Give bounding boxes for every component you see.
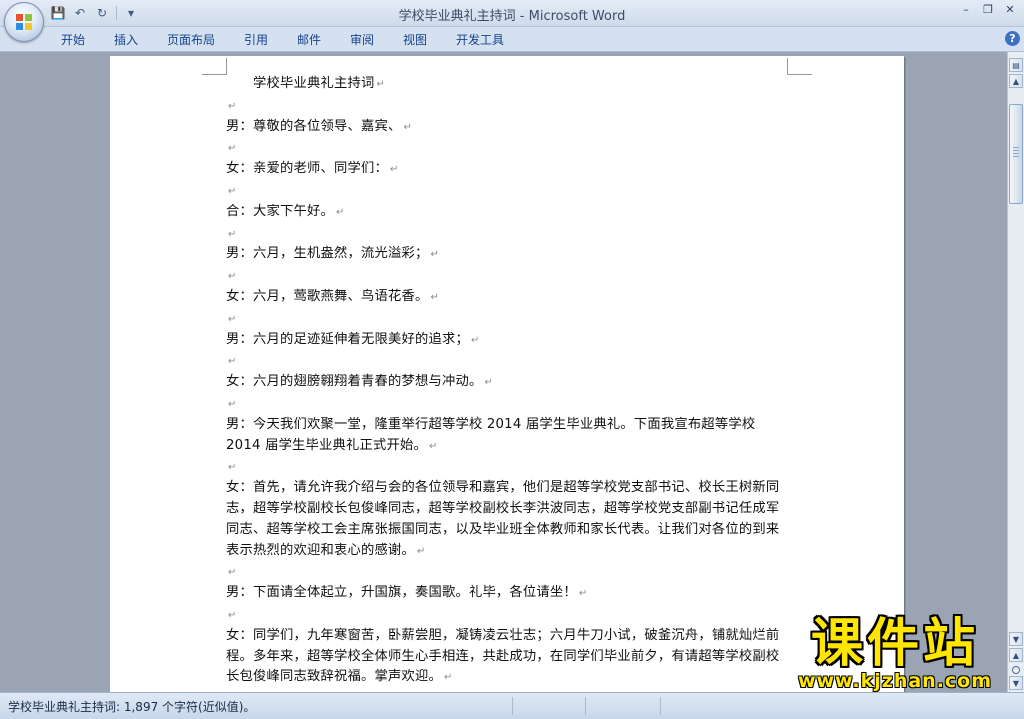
paragraph-mark: ↵ (228, 313, 237, 325)
document-workspace: 学校毕业典礼主持词 ↵ ↵ 男：尊敬的各位领导、嘉宾、 ↵ ↵ 女：亲爱的老师、同学… (0, 52, 1008, 692)
document-title: 学校毕业典礼主持词 ↵ (226, 74, 788, 96)
paragraph-mark: ↵ (228, 356, 237, 368)
empty-paragraph: ↵ (226, 138, 788, 159)
tab-page-layout[interactable]: 页面布局 (167, 31, 215, 48)
paragraph-text: 男：今天我们欢聚一堂，隆重举行超等学校 2014 届学生毕业典礼。下面我宣布超等… (226, 416, 756, 453)
paragraph: 男：尊敬的各位领导、嘉宾、 ↵ (226, 117, 788, 139)
tab-view[interactable]: 视图 (403, 31, 427, 48)
empty-paragraph: ↵ (226, 394, 788, 415)
paragraph-mark: ↵ (470, 334, 480, 346)
paragraph-mark: ↵ (228, 143, 237, 155)
paragraph: 男：今天我们欢聚一堂，隆重举行超等学校 2014 届学生毕业典礼。下面我宣布超等… (226, 415, 788, 458)
paragraph-text: 女：首先，请允许我介绍与会的各位领导和嘉宾，他们是超等学校党支部书记、校长王树新… (226, 480, 780, 558)
scroll-up-icon[interactable]: ▲ (1009, 74, 1023, 88)
empty-paragraph: ↵ (226, 457, 788, 478)
paragraph: 男：下面请全体起立，升国旗，奏国歌。礼毕，各位请坐！ ↵ (226, 583, 788, 605)
word-count-status[interactable]: 学校毕业典礼主持词: 1,897 个字符(近似值)。 (8, 698, 255, 715)
paragraph-mark: ↵ (228, 185, 237, 197)
status-separator (660, 697, 661, 715)
title-bar: 💾 ↶ ↻ ▾ 学校毕业典礼主持词 - Microsoft Word – ❐ ✕ (0, 0, 1024, 27)
watermark-url: www.kjzhan.com (797, 670, 993, 692)
status-separator (512, 697, 513, 715)
paragraph-mark: ↵ (228, 100, 237, 112)
close-button[interactable]: ✕ (1002, 2, 1018, 18)
tab-home[interactable]: 开始 (61, 31, 85, 48)
watermark-title: 课件站 (810, 614, 979, 674)
empty-paragraph: ↵ (226, 96, 788, 117)
minimize-button[interactable]: – (958, 2, 974, 18)
paragraph-text: 男：六月的足迹延伸着无限美好的追求； (226, 331, 469, 347)
tab-review[interactable]: 审阅 (350, 31, 374, 48)
ruler-toggle-icon[interactable]: ▤ (1009, 58, 1023, 72)
paragraph: 女：亲爱的老师、同学们： ↵ (226, 159, 788, 181)
document-title-text: 学校毕业典礼主持词 (253, 76, 375, 91)
paragraph-mark: ↵ (429, 440, 438, 452)
status-bar: 学校毕业典礼主持词: 1,897 个字符(近似值)。 (0, 692, 1024, 719)
paragraph: 男：六月，生机盎然，流光溢彩； ↵ (226, 244, 788, 266)
paragraph-mark: ↵ (335, 206, 345, 218)
paragraph: 女：同学们，九年寒窗苦，卧薪尝胆，凝铸凌云壮志；六月牛刀小试，破釜沉舟，铺就灿烂… (226, 626, 788, 689)
office-button[interactable] (4, 2, 44, 42)
paragraph-mark: ↵ (578, 588, 588, 600)
ribbon-tab-bar: 开始 插入 页面布局 引用 邮件 审阅 视图 开发工具 ? (0, 27, 1024, 52)
paragraph-mark: ↵ (389, 164, 399, 176)
paragraph-mark: ↵ (430, 249, 440, 261)
window-title: 学校毕业典礼主持词 - Microsoft Word (0, 5, 1024, 24)
app-name: Microsoft Word (528, 9, 626, 24)
paragraph: 女：首先，请允许我介绍与会的各位领导和嘉宾，他们是超等学校党支部书记、校长王树新… (226, 478, 788, 562)
paragraph: 男：六月的足迹延伸着无限美好的追求； ↵ (226, 330, 788, 352)
paragraph-text: 女：亲爱的老师、同学们： (226, 161, 388, 177)
empty-paragraph: ↵ (226, 181, 788, 202)
tab-mailings[interactable]: 邮件 (297, 31, 321, 48)
office-logo-icon (16, 14, 32, 30)
empty-paragraph: ↵ (226, 224, 788, 245)
empty-paragraph: ↵ (226, 562, 788, 583)
paragraph-text: 女：六月，莺歌燕舞、鸟语花香。 (226, 288, 429, 304)
paragraph: 女：六月的翅膀翱翔着青春的梦想与冲动。 ↵ (226, 372, 788, 394)
paragraph-mark: ↵ (443, 672, 453, 684)
paragraph-mark: ↵ (228, 609, 237, 621)
paragraph-text: 女：同学们，九年寒窗苦，卧薪尝胆，凝铸凌云壮志；六月牛刀小试，破釜沉舟，铺就灿烂… (226, 627, 780, 685)
empty-paragraph: ↵ (226, 266, 788, 287)
title-separator: - (515, 9, 529, 24)
paragraph-mark: ↵ (403, 121, 413, 133)
paragraph-text: 男：六月，生机盎然，流光溢彩； (226, 246, 429, 262)
paragraph: 女：六月，莺歌燕舞、鸟语花香。 ↵ (226, 287, 788, 309)
paragraph-text: 男：尊敬的各位领导、嘉宾、 (226, 118, 402, 134)
paragraph-mark: ↵ (228, 567, 237, 579)
vertical-scrollbar[interactable]: ▤ ▲ ▼ ▲ ▼ (1007, 52, 1024, 692)
paragraph-mark: ↵ (228, 398, 237, 410)
scrollbar-thumb[interactable] (1009, 104, 1023, 204)
margin-corner-top-left (202, 58, 227, 75)
restore-button[interactable]: ❐ (980, 2, 996, 18)
help-button[interactable]: ? (1005, 31, 1020, 46)
margin-corner-top-right (787, 58, 812, 75)
paragraph-mark: ↵ (484, 377, 494, 389)
empty-paragraph: ↵ (226, 605, 788, 626)
thumb-grip-icon (1013, 147, 1019, 157)
paragraph-mark: ↵ (376, 79, 386, 90)
paragraph-mark: ↵ (228, 228, 237, 240)
document-body[interactable]: 学校毕业典礼主持词 ↵ ↵ 男：尊敬的各位领导、嘉宾、 ↵ ↵ 女：亲爱的老师、同学… (226, 74, 788, 692)
empty-paragraph: ↵ (226, 309, 788, 330)
empty-paragraph: ↵ (226, 351, 788, 372)
paragraph-mark: ↵ (228, 271, 237, 283)
window-controls: – ❐ ✕ (958, 2, 1018, 18)
document-name: 学校毕业典礼主持词 (398, 9, 516, 24)
document-page[interactable]: 学校毕业典礼主持词 ↵ ↵ 男：尊敬的各位领导、嘉宾、 ↵ ↵ 女：亲爱的老师、同学… (110, 56, 904, 692)
paragraph: 合：大家下午好。 ↵ (226, 202, 788, 224)
watermark-logo: 课件站 www.kjzhan.com (776, 614, 1014, 692)
paragraph-text: 女：六月的翅膀翱翔着青春的梦想与冲动。 (226, 374, 483, 390)
paragraph-mark: ↵ (416, 545, 426, 557)
tab-references[interactable]: 引用 (244, 31, 268, 48)
tab-insert[interactable]: 插入 (114, 31, 138, 48)
status-separator (585, 697, 586, 715)
paragraph-text: 合：大家下午好。 (226, 203, 334, 219)
tab-developer[interactable]: 开发工具 (456, 31, 504, 48)
paragraph-text: 男：下面请全体起立，升国旗，奏国歌。礼毕，各位请坐！ (226, 585, 577, 601)
paragraph-mark: ↵ (228, 462, 237, 474)
paragraph-mark: ↵ (430, 291, 440, 303)
